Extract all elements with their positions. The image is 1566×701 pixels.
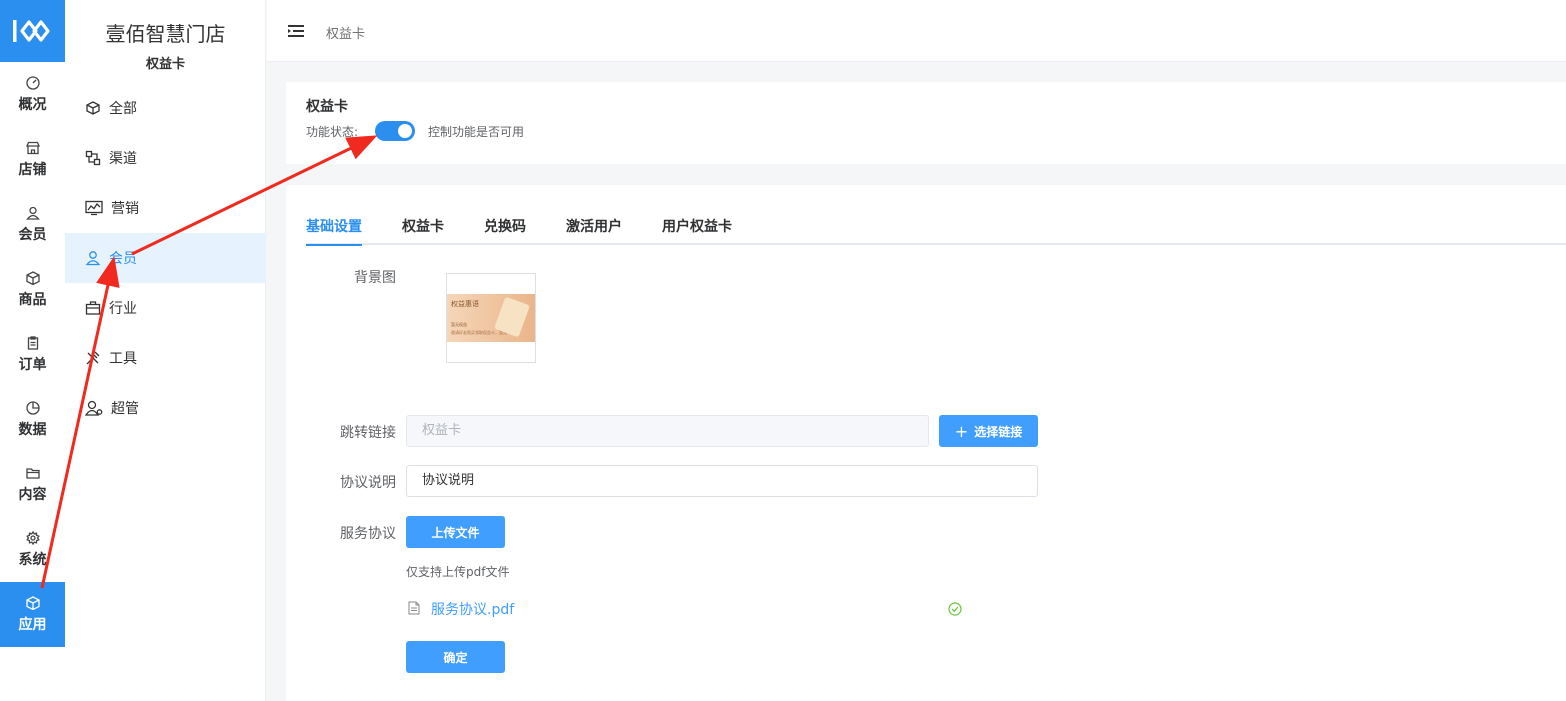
uploaded-file-name[interactable]: 服务协议.pdf [431,599,514,619]
tab-basic-settings[interactable]: 基础设置 [306,216,362,246]
agreement-input[interactable]: 协议说明 [406,465,1038,497]
background-image-thumbnail[interactable]: 权益惠语 暂无权益 邀请好友购买领取权益卡，暂无 [446,273,536,363]
card-preview-title: 权益惠语 [451,300,479,308]
upload-file-button[interactable]: 上传文件 [406,516,505,548]
box-icon [25,595,40,610]
dashboard-icon [25,75,40,90]
tab-bar: 基础设置 权益卡 兑换码 激活用户 用户权益卡 [306,210,1566,246]
pie-chart-icon [25,400,40,415]
rail-item-overview[interactable]: 概况 [0,62,65,127]
confirm-button[interactable]: 确定 [406,641,505,673]
rail-item-label: 概况 [18,96,47,113]
settings-panel: 基础设置 权益卡 兑换码 激活用户 用户权益卡 背景图 权益惠语 暂无权益 邀请… [286,185,1566,701]
document-icon [408,601,420,615]
tab-redeem-code[interactable]: 兑换码 [484,216,526,244]
tab-activated-users[interactable]: 激活用户 [566,216,622,244]
sidebar-item-all[interactable]: 全部 [65,83,266,133]
trend-chart-icon [85,200,103,216]
card-preview-line2: 邀请好友购买领取权益卡，暂无 [451,330,507,335]
upload-tip: 仅支持上传pdf文件 [406,565,510,579]
tools-icon [86,351,100,365]
rail-item-system[interactable]: 系统 [0,517,65,582]
box-icon [25,270,40,285]
rail-item-data[interactable]: 数据 [0,387,65,452]
sidebar-item-tools[interactable]: 工具 [65,333,266,383]
sidebar-item-label: 会员 [109,251,137,267]
rail-item-products[interactable]: 商品 [0,257,65,322]
rail-item-label: 数据 [18,421,47,438]
function-status-label: 功能状态: [306,125,359,139]
clipboard-icon [27,335,38,350]
briefcase-icon [85,301,101,315]
rail-item-label: 会员 [18,226,47,243]
rail-item-members[interactable]: 会员 [0,192,65,257]
agreement-label: 协议说明 [340,475,396,491]
rail-item-orders[interactable]: 订单 [0,322,65,387]
background-image-label: 背景图 [354,270,396,286]
top-header: 权益卡 [267,0,1566,62]
breadcrumb[interactable]: 权益卡 [326,23,365,42]
store-name: 壹佰智慧门店 [105,22,226,46]
app-logo[interactable] [0,0,65,62]
rail-item-store[interactable]: 店铺 [0,127,65,192]
select-link-button[interactable]: + 选择链接 [939,415,1038,447]
folder-icon [25,467,40,479]
check-circle-icon [948,602,962,616]
function-status-description: 控制功能是否可用 [428,125,525,139]
service-agreement-label: 服务协议 [340,526,396,542]
rail-item-label: 订单 [18,356,47,373]
tab-user-benefit-card[interactable]: 用户权益卡 [662,216,732,244]
toggle-knob [398,124,412,138]
box-icon [86,101,100,115]
sidebar-item-label: 行业 [109,301,137,317]
select-link-label: 选择链接 [974,424,1023,439]
benefit-card-preview: 权益惠语 暂无权益 邀请好友购买领取权益卡，暂无 [447,294,535,342]
function-status-toggle[interactable] [375,121,415,141]
jump-link-input[interactable]: 权益卡 [406,415,929,447]
jump-link-label: 跳转链接 [340,425,396,441]
app-rail: 概况 店铺 会员 商品 订单 数据 内容 系统 应用 [0,0,65,701]
admin-user-icon [85,400,103,416]
sidebar-item-label: 全部 [109,101,137,117]
plus-icon: + [954,421,969,441]
sidebar-item-industry[interactable]: 行业 [65,283,266,333]
panel-title: 权益卡 [306,99,348,115]
tab-benefit-card[interactable]: 权益卡 [402,216,444,244]
sidebar-item-channels[interactable]: 渠道 [65,133,266,183]
function-status-panel: 权益卡 功能状态: 控制功能是否可用 [286,82,1566,164]
user-icon [85,251,101,266]
user-icon [25,206,40,220]
sidebar-item-label: 超管 [111,401,139,417]
sidebar-subtitle: 权益卡 [145,57,185,72]
sidebar-item-admin[interactable]: 超管 [65,383,266,433]
rail-item-label: 店铺 [18,161,47,178]
channel-icon [85,150,101,166]
rail-item-label: 系统 [18,551,47,568]
gear-icon [25,530,40,545]
card-preview-line1: 暂无权益 [451,322,467,327]
sidebar-item-members[interactable]: 会员 [65,233,266,283]
rail-item-label: 应用 [18,616,47,633]
sidebar-item-label: 渠道 [109,151,137,167]
sidebar-item-label: 营销 [111,201,139,217]
rail-item-apps[interactable]: 应用 [0,582,65,647]
rail-item-label: 商品 [18,291,47,308]
sidebar-item-marketing[interactable]: 营销 [65,183,266,233]
rail-item-label: 内容 [18,486,47,503]
store-icon [25,141,40,154]
logo-icon [12,20,50,42]
secondary-sidebar: 壹佰智慧门店 权益卡 全部 渠道 营销 会员 行业 工具 超管 [65,0,266,701]
menu-toggle-icon[interactable] [287,23,305,39]
uploaded-file-item[interactable]: 服务协议.pdf [408,598,968,620]
rail-item-content[interactable]: 内容 [0,452,65,517]
sidebar-item-label: 工具 [109,351,137,367]
